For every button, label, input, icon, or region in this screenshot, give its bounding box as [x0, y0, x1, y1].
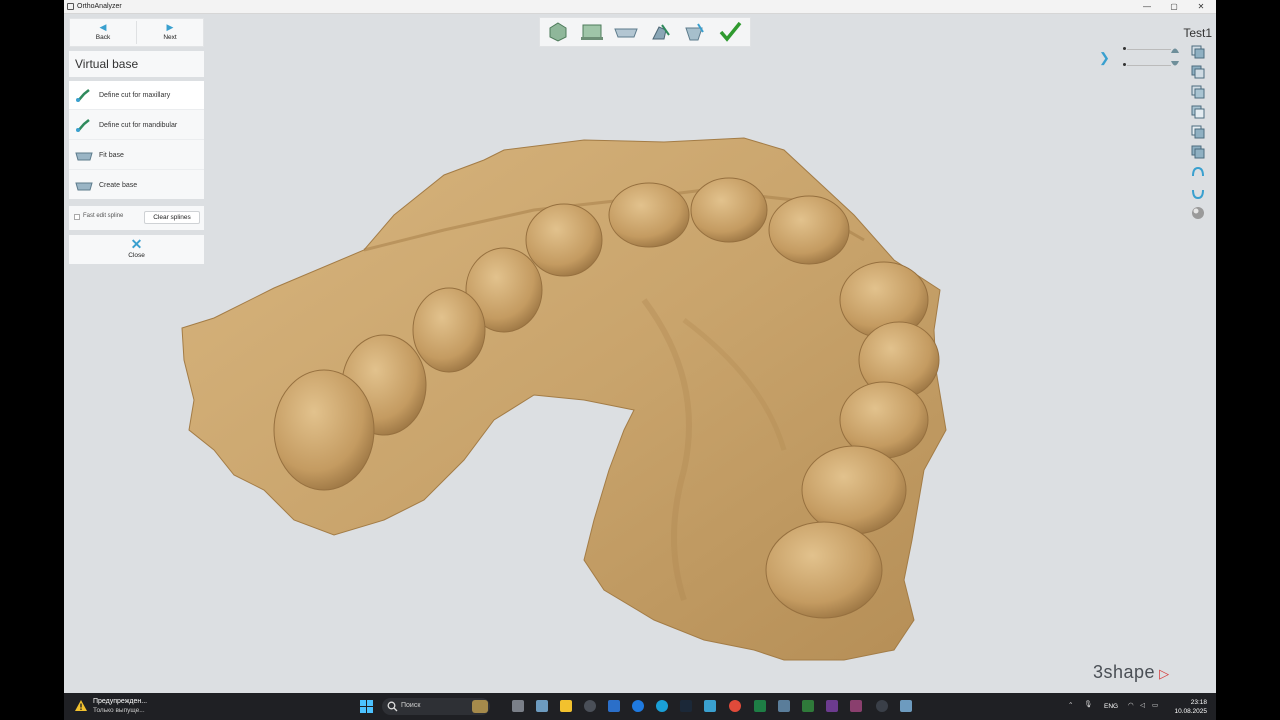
trim-icon[interactable]	[678, 20, 710, 44]
next-button[interactable]: ▶ Next	[137, 19, 203, 46]
base-icon	[75, 182, 93, 191]
fast-edit-spline-checkbox[interactable]	[74, 214, 80, 220]
windows-start-icon[interactable]	[360, 700, 373, 713]
step-fit-base[interactable]: Fit base	[69, 141, 204, 170]
clock-date: 10.08.2025	[1174, 708, 1207, 715]
next-arrow-icon: ▶	[166, 22, 174, 32]
excel-icon[interactable]	[754, 700, 766, 712]
step-define-cut-mandibular[interactable]: Define cut for mandibular	[69, 111, 204, 140]
app-icon-10[interactable]	[900, 700, 912, 712]
slider-track	[1127, 49, 1171, 50]
step-label: Define cut for mandibular	[99, 122, 178, 129]
logo-text: 3shape	[1093, 662, 1156, 682]
search-placeholder: Поиск	[401, 702, 421, 709]
app-icon-1[interactable]	[584, 700, 596, 712]
system-clock[interactable]: 23:18 10.08.2025	[1173, 698, 1207, 716]
step-label: Fit base	[99, 152, 124, 159]
expand-chevron-icon[interactable]: ❯	[1099, 50, 1110, 66]
base-icon[interactable]	[610, 20, 642, 44]
app-icon-2[interactable]	[608, 700, 620, 712]
slider-handle[interactable]	[1123, 63, 1126, 66]
close-button[interactable]: ✕ Close	[69, 235, 204, 264]
view-left-icon[interactable]	[1191, 85, 1205, 99]
browser-edge-icon[interactable]	[656, 700, 668, 712]
view-right-icon[interactable]	[1191, 105, 1205, 119]
clock-time: 23:18	[1190, 699, 1207, 706]
step-define-cut-maxillary[interactable]: Define cut for maxillary	[69, 81, 204, 110]
logo-triangle-icon: ▷	[1155, 666, 1170, 681]
steam-icon[interactable]	[680, 700, 692, 712]
tray-chevron-icon[interactable]: ⌃	[1068, 701, 1073, 709]
chrome-icon[interactable]	[729, 700, 741, 712]
slider-track	[1127, 65, 1171, 66]
upper-jaw-icon[interactable]	[1191, 166, 1205, 180]
slider-handle[interactable]	[1123, 47, 1126, 50]
search-icon	[387, 701, 398, 712]
sculpt-icon[interactable]	[644, 20, 676, 44]
warning-subtitle: Только выпуще...	[93, 707, 145, 714]
wifi-icon[interactable]: ◠	[1128, 701, 1134, 709]
view-top-icon[interactable]	[1191, 125, 1205, 139]
step-create-base[interactable]: Create base	[69, 171, 204, 200]
app-icon-4[interactable]	[704, 700, 716, 712]
brand-logo: 3shape ▷	[1093, 662, 1170, 683]
steps-list: Define cut for maxillary Define cut for …	[69, 81, 204, 199]
search-highlight-icon	[472, 700, 488, 713]
spline-options: Fast edit spline Clear splines	[69, 206, 204, 230]
step-label: Create base	[99, 182, 138, 189]
warning-notification[interactable]: Предупрежден... Только выпуще...	[74, 697, 174, 717]
step-navigation: ◀ Back ▶ Next	[69, 18, 204, 47]
warning-title: Предупрежден...	[93, 698, 148, 705]
3d-viewport[interactable]	[64, 0, 1216, 693]
view-back-icon[interactable]	[1191, 65, 1205, 79]
section-title: Virtual base	[69, 51, 204, 77]
mandibular-opacity-slider[interactable]	[1123, 61, 1171, 71]
app-window: OrthoAnalyzer — ▢ ✕ ◀ Back ▶ Next Virtua…	[64, 0, 1216, 693]
warning-icon	[75, 700, 87, 711]
taskbar-search[interactable]: Поиск	[382, 698, 490, 715]
cut-tool-icon	[76, 119, 90, 132]
next-label: Next	[163, 34, 177, 41]
app-icon-7[interactable]	[826, 700, 838, 712]
language-indicator[interactable]: ENG	[1104, 703, 1118, 710]
windows-taskbar: Предупрежден... Только выпуще... Поиск ⌃…	[64, 693, 1216, 720]
close-icon: ✕	[130, 236, 143, 252]
back-button[interactable]: ◀ Back	[70, 19, 136, 46]
app-icon-9[interactable]	[876, 700, 888, 712]
volume-icon[interactable]: ◁	[1140, 701, 1145, 709]
lower-jaw-icon[interactable]	[1191, 186, 1205, 200]
app-icon-3[interactable]	[632, 700, 644, 712]
battery-icon[interactable]: ▭	[1152, 701, 1158, 709]
shading-sphere-icon[interactable]	[1191, 206, 1205, 220]
view-bottom-icon[interactable]	[1191, 145, 1205, 159]
back-arrow-icon: ◀	[99, 22, 107, 32]
file-explorer-icon[interactable]	[560, 700, 572, 712]
maxillary-opacity-slider[interactable]	[1123, 45, 1171, 55]
step-label: Define cut for maxillary	[99, 92, 171, 99]
project-name: Test1	[1183, 26, 1212, 40]
check-icon[interactable]	[714, 20, 746, 44]
maxillary-icon	[1171, 48, 1179, 53]
scan-icon[interactable]	[576, 20, 608, 44]
back-label: Back	[95, 34, 111, 41]
orthoanalyzer-taskbar-icon[interactable]	[536, 700, 548, 712]
app-icon-8[interactable]	[850, 700, 862, 712]
app-icon-5[interactable]	[778, 700, 790, 712]
dental-model[interactable]	[181, 137, 947, 661]
app-icon-6[interactable]	[802, 700, 814, 712]
base-icon	[75, 152, 93, 161]
clear-splines-button[interactable]: Clear splines	[144, 211, 200, 224]
workflow-toolbar	[539, 17, 751, 47]
task-view-icon[interactable]	[512, 700, 524, 712]
mandibular-icon	[1171, 61, 1179, 66]
fast-edit-spline-label: Fast edit spline	[83, 213, 124, 219]
close-label: Close	[128, 252, 145, 259]
model-set-icon[interactable]	[542, 20, 574, 44]
cut-tool-icon	[76, 89, 90, 102]
microphone-icon[interactable]: 🎙	[1084, 700, 1092, 708]
view-front-icon[interactable]	[1191, 45, 1205, 59]
